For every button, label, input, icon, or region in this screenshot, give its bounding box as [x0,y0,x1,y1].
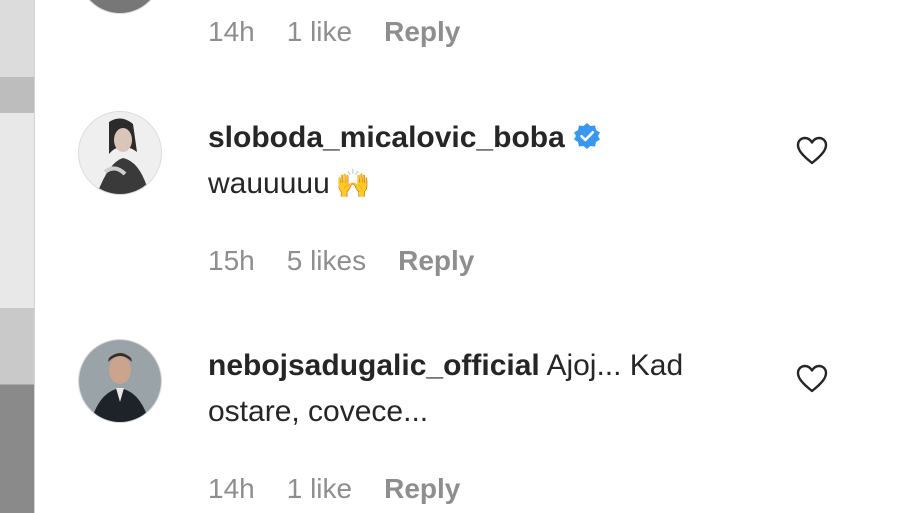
comment-text: wauuuuu [208,167,330,200]
comment-likes[interactable]: 1 like [287,473,352,505]
comment-body: nebojsadugalic_official Ajoj... Kad osta… [208,343,768,435]
verified-badge-icon [573,123,600,149]
heart-outline-icon[interactable] [796,364,828,394]
reply-button[interactable]: Reply [398,245,474,277]
raising-hands-emoji: 🙌 [335,168,371,199]
comment-meta-row: 14h 1 like Reply [208,16,460,48]
comment-time: 14h [208,16,255,47]
avatar[interactable] [78,111,162,195]
comment-meta-row: 15h 5 likes Reply [208,245,474,277]
comment-username[interactable]: nebojsadugalic_official [208,349,540,382]
comment-username[interactable]: sloboda_micalovic_boba [208,121,565,154]
comment-likes[interactable]: 1 like [287,16,352,48]
avatar-photo-icon [79,340,161,422]
comment-meta-row: 14h 1 like Reply [208,473,460,505]
avatar[interactable] [78,339,162,423]
avatar-photo-icon [79,112,161,194]
reply-button[interactable]: Reply [384,16,460,48]
comment-time: 14h [208,473,255,504]
heart-outline-icon[interactable] [796,136,828,166]
comment-likes[interactable]: 5 likes [287,245,366,277]
comment-time: 15h [208,245,255,276]
background-post-image-edge [0,0,35,513]
comment-body: sloboda_micalovic_boba wauuuuu 🙌 [208,115,768,207]
reply-button[interactable]: Reply [384,473,460,505]
